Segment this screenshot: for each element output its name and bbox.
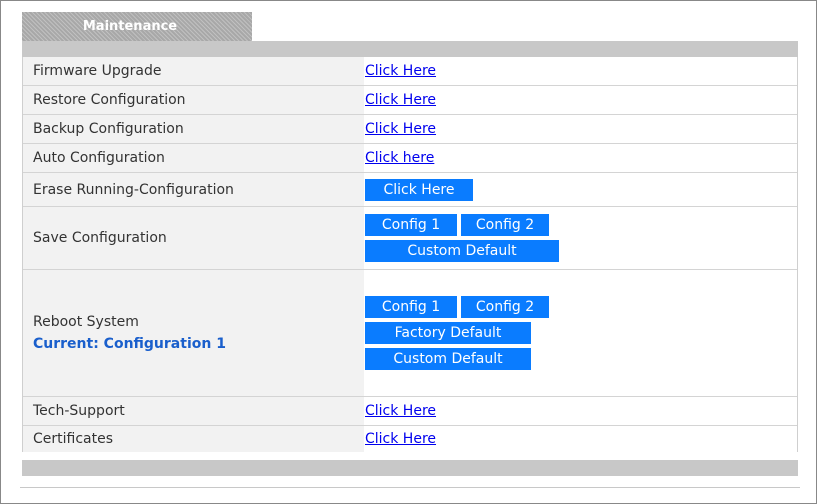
save-configuration-label: Save Configuration bbox=[23, 207, 364, 269]
footer-bar bbox=[22, 460, 798, 476]
tech-support-link[interactable]: Click Here bbox=[365, 403, 797, 419]
reboot-config2-button[interactable]: Config 2 bbox=[461, 296, 549, 318]
erase-running-label: Erase Running-Configuration bbox=[23, 173, 364, 206]
auto-configuration-link[interactable]: Click here bbox=[365, 150, 797, 166]
reboot-system-label: Reboot System bbox=[33, 314, 139, 330]
certificates-link[interactable]: Click Here bbox=[365, 431, 797, 447]
firmware-upgrade-link[interactable]: Click Here bbox=[365, 63, 797, 79]
auto-configuration-label: Auto Configuration bbox=[23, 144, 364, 172]
current-configuration-text: Current: Configuration 1 bbox=[33, 336, 226, 352]
save-custom-default-button[interactable]: Custom Default bbox=[365, 240, 559, 262]
backup-configuration-link[interactable]: Click Here bbox=[365, 121, 797, 137]
row-backup-configuration: Backup Configuration Click Here bbox=[23, 115, 797, 144]
maintenance-table: Firmware Upgrade Click Here Restore Conf… bbox=[22, 57, 798, 452]
panel-title: Maintenance bbox=[82, 19, 178, 34]
firmware-upgrade-label: Firmware Upgrade bbox=[23, 57, 364, 85]
backup-configuration-label: Backup Configuration bbox=[23, 115, 364, 143]
row-auto-configuration: Auto Configuration Click here bbox=[23, 144, 797, 173]
row-tech-support: Tech-Support Click Here bbox=[23, 397, 797, 426]
reboot-config1-button[interactable]: Config 1 bbox=[365, 296, 457, 318]
tech-support-label: Tech-Support bbox=[23, 397, 364, 425]
maintenance-tab: Maintenance bbox=[22, 12, 252, 41]
row-restore-configuration: Restore Configuration Click Here bbox=[23, 86, 797, 115]
reboot-factory-default-button[interactable]: Factory Default bbox=[365, 322, 531, 344]
header-bar bbox=[22, 41, 798, 57]
save-config1-button[interactable]: Config 1 bbox=[365, 214, 457, 236]
restore-configuration-link[interactable]: Click Here bbox=[365, 92, 797, 108]
reboot-custom-default-button[interactable]: Custom Default bbox=[365, 348, 531, 370]
divider bbox=[20, 487, 800, 488]
row-reboot-system: Reboot System Current: Configuration 1 C… bbox=[23, 270, 797, 397]
row-save-configuration: Save Configuration Config 1 Config 2 Cus… bbox=[23, 207, 797, 270]
restore-configuration-label: Restore Configuration bbox=[23, 86, 364, 114]
save-config2-button[interactable]: Config 2 bbox=[461, 214, 549, 236]
row-certificates: Certificates Click Here bbox=[23, 426, 797, 452]
certificates-label: Certificates bbox=[23, 426, 364, 452]
erase-running-button[interactable]: Click Here bbox=[365, 178, 473, 201]
row-erase-running-configuration: Erase Running-Configuration Click Here bbox=[23, 173, 797, 207]
maintenance-window: Maintenance Firmware Upgrade Click Here … bbox=[0, 0, 817, 504]
row-firmware-upgrade: Firmware Upgrade Click Here bbox=[23, 57, 797, 86]
